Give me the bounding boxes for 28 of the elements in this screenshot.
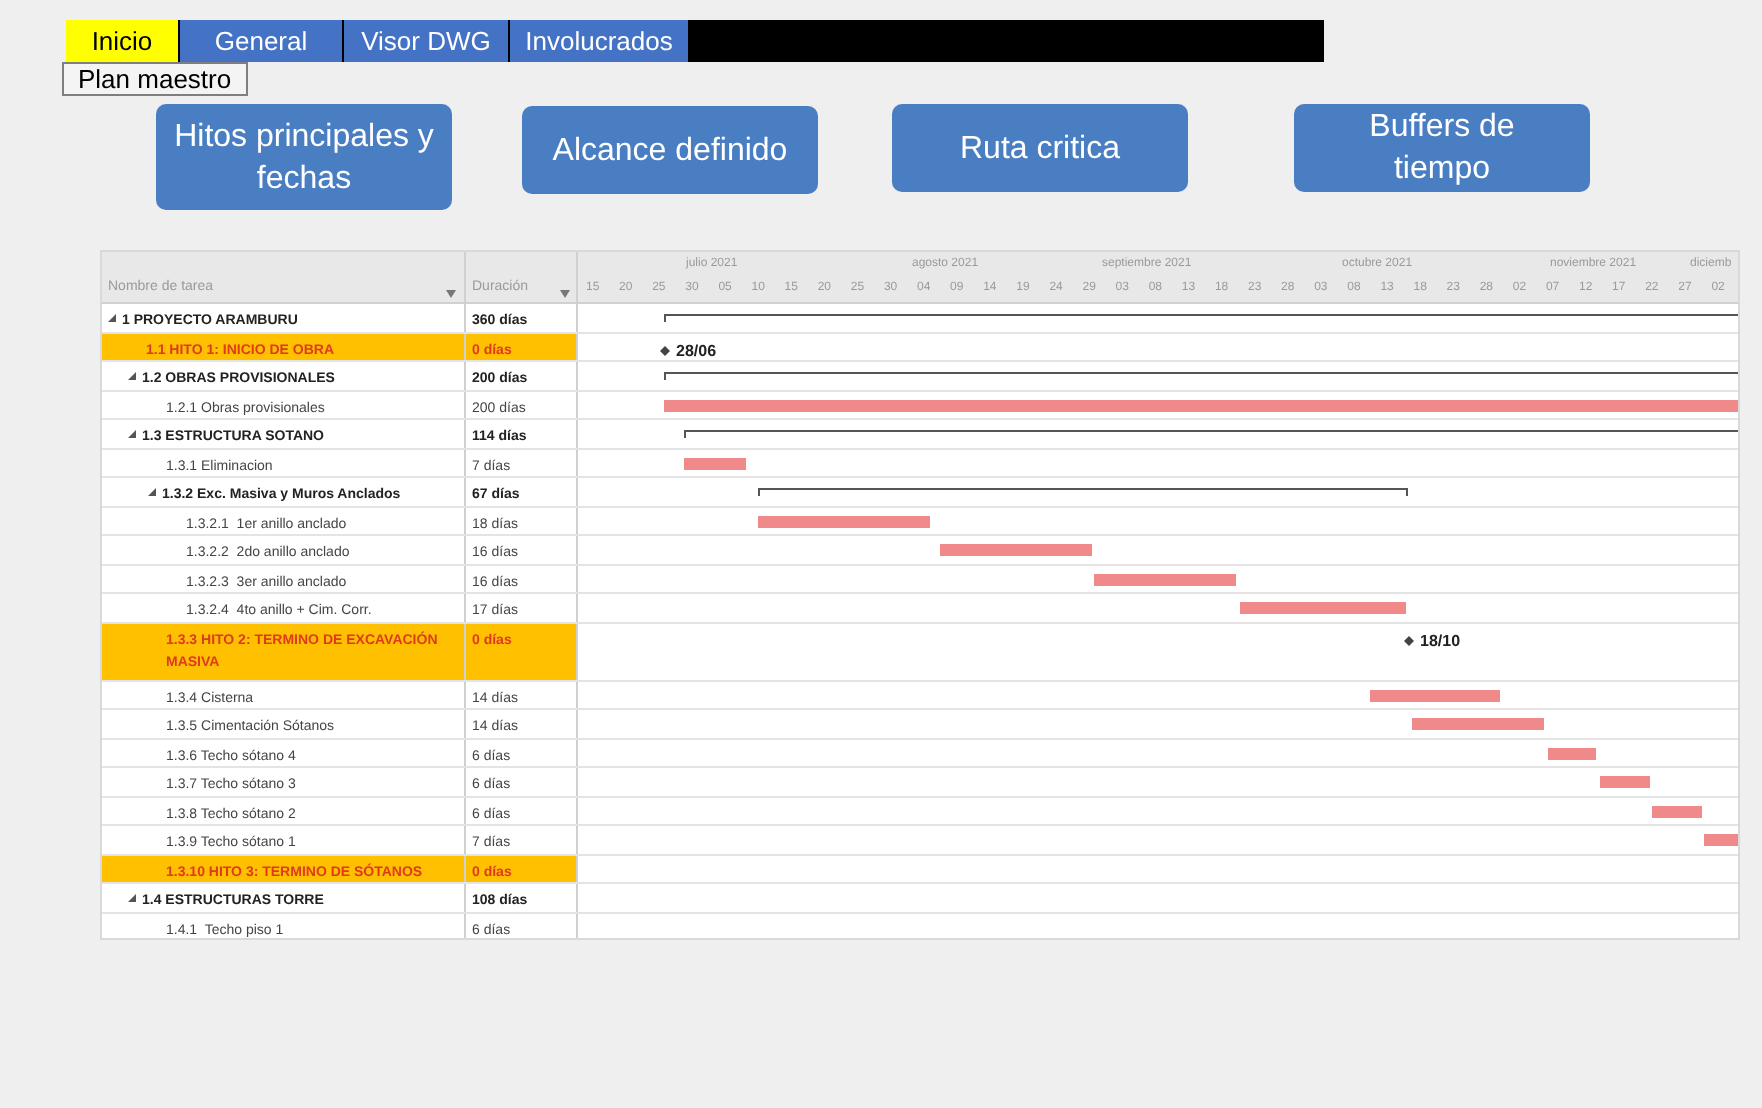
dropdown-icon[interactable] [446, 290, 456, 298]
action-button[interactable]: Ruta critica [892, 104, 1188, 192]
collapse-icon[interactable] [128, 894, 136, 902]
milestone-date: 28/06 [676, 339, 717, 363]
action-button[interactable]: Buffers de tiempo [1294, 104, 1590, 192]
task-bar [1412, 718, 1544, 730]
milestone-icon [1404, 636, 1414, 646]
task-bar [1652, 805, 1702, 817]
plan-maestro-button[interactable]: Plan maestro [62, 62, 248, 96]
tab[interactable]: General [180, 20, 344, 62]
action-button[interactable]: Hitos principales y fechas [156, 104, 452, 210]
task-bar [1370, 689, 1500, 701]
task-bar [1704, 834, 1738, 846]
dropdown-icon[interactable] [560, 290, 570, 298]
action-button[interactable]: Alcance definido [522, 106, 818, 194]
collapse-icon[interactable] [108, 314, 116, 322]
task-bar [1094, 573, 1236, 585]
collapse-icon[interactable] [128, 430, 136, 438]
collapse-icon[interactable] [148, 488, 156, 496]
milestone-icon [660, 346, 670, 356]
tab[interactable]: Involucrados [510, 20, 690, 62]
task-bar [684, 457, 746, 469]
task-bar [1548, 747, 1596, 759]
milestone-date: 18/10 [1420, 629, 1461, 653]
task-bar [1600, 776, 1650, 788]
collapse-icon[interactable] [128, 372, 136, 380]
tab[interactable]: Visor DWG [344, 20, 510, 62]
tab[interactable]: Inicio [66, 20, 180, 62]
